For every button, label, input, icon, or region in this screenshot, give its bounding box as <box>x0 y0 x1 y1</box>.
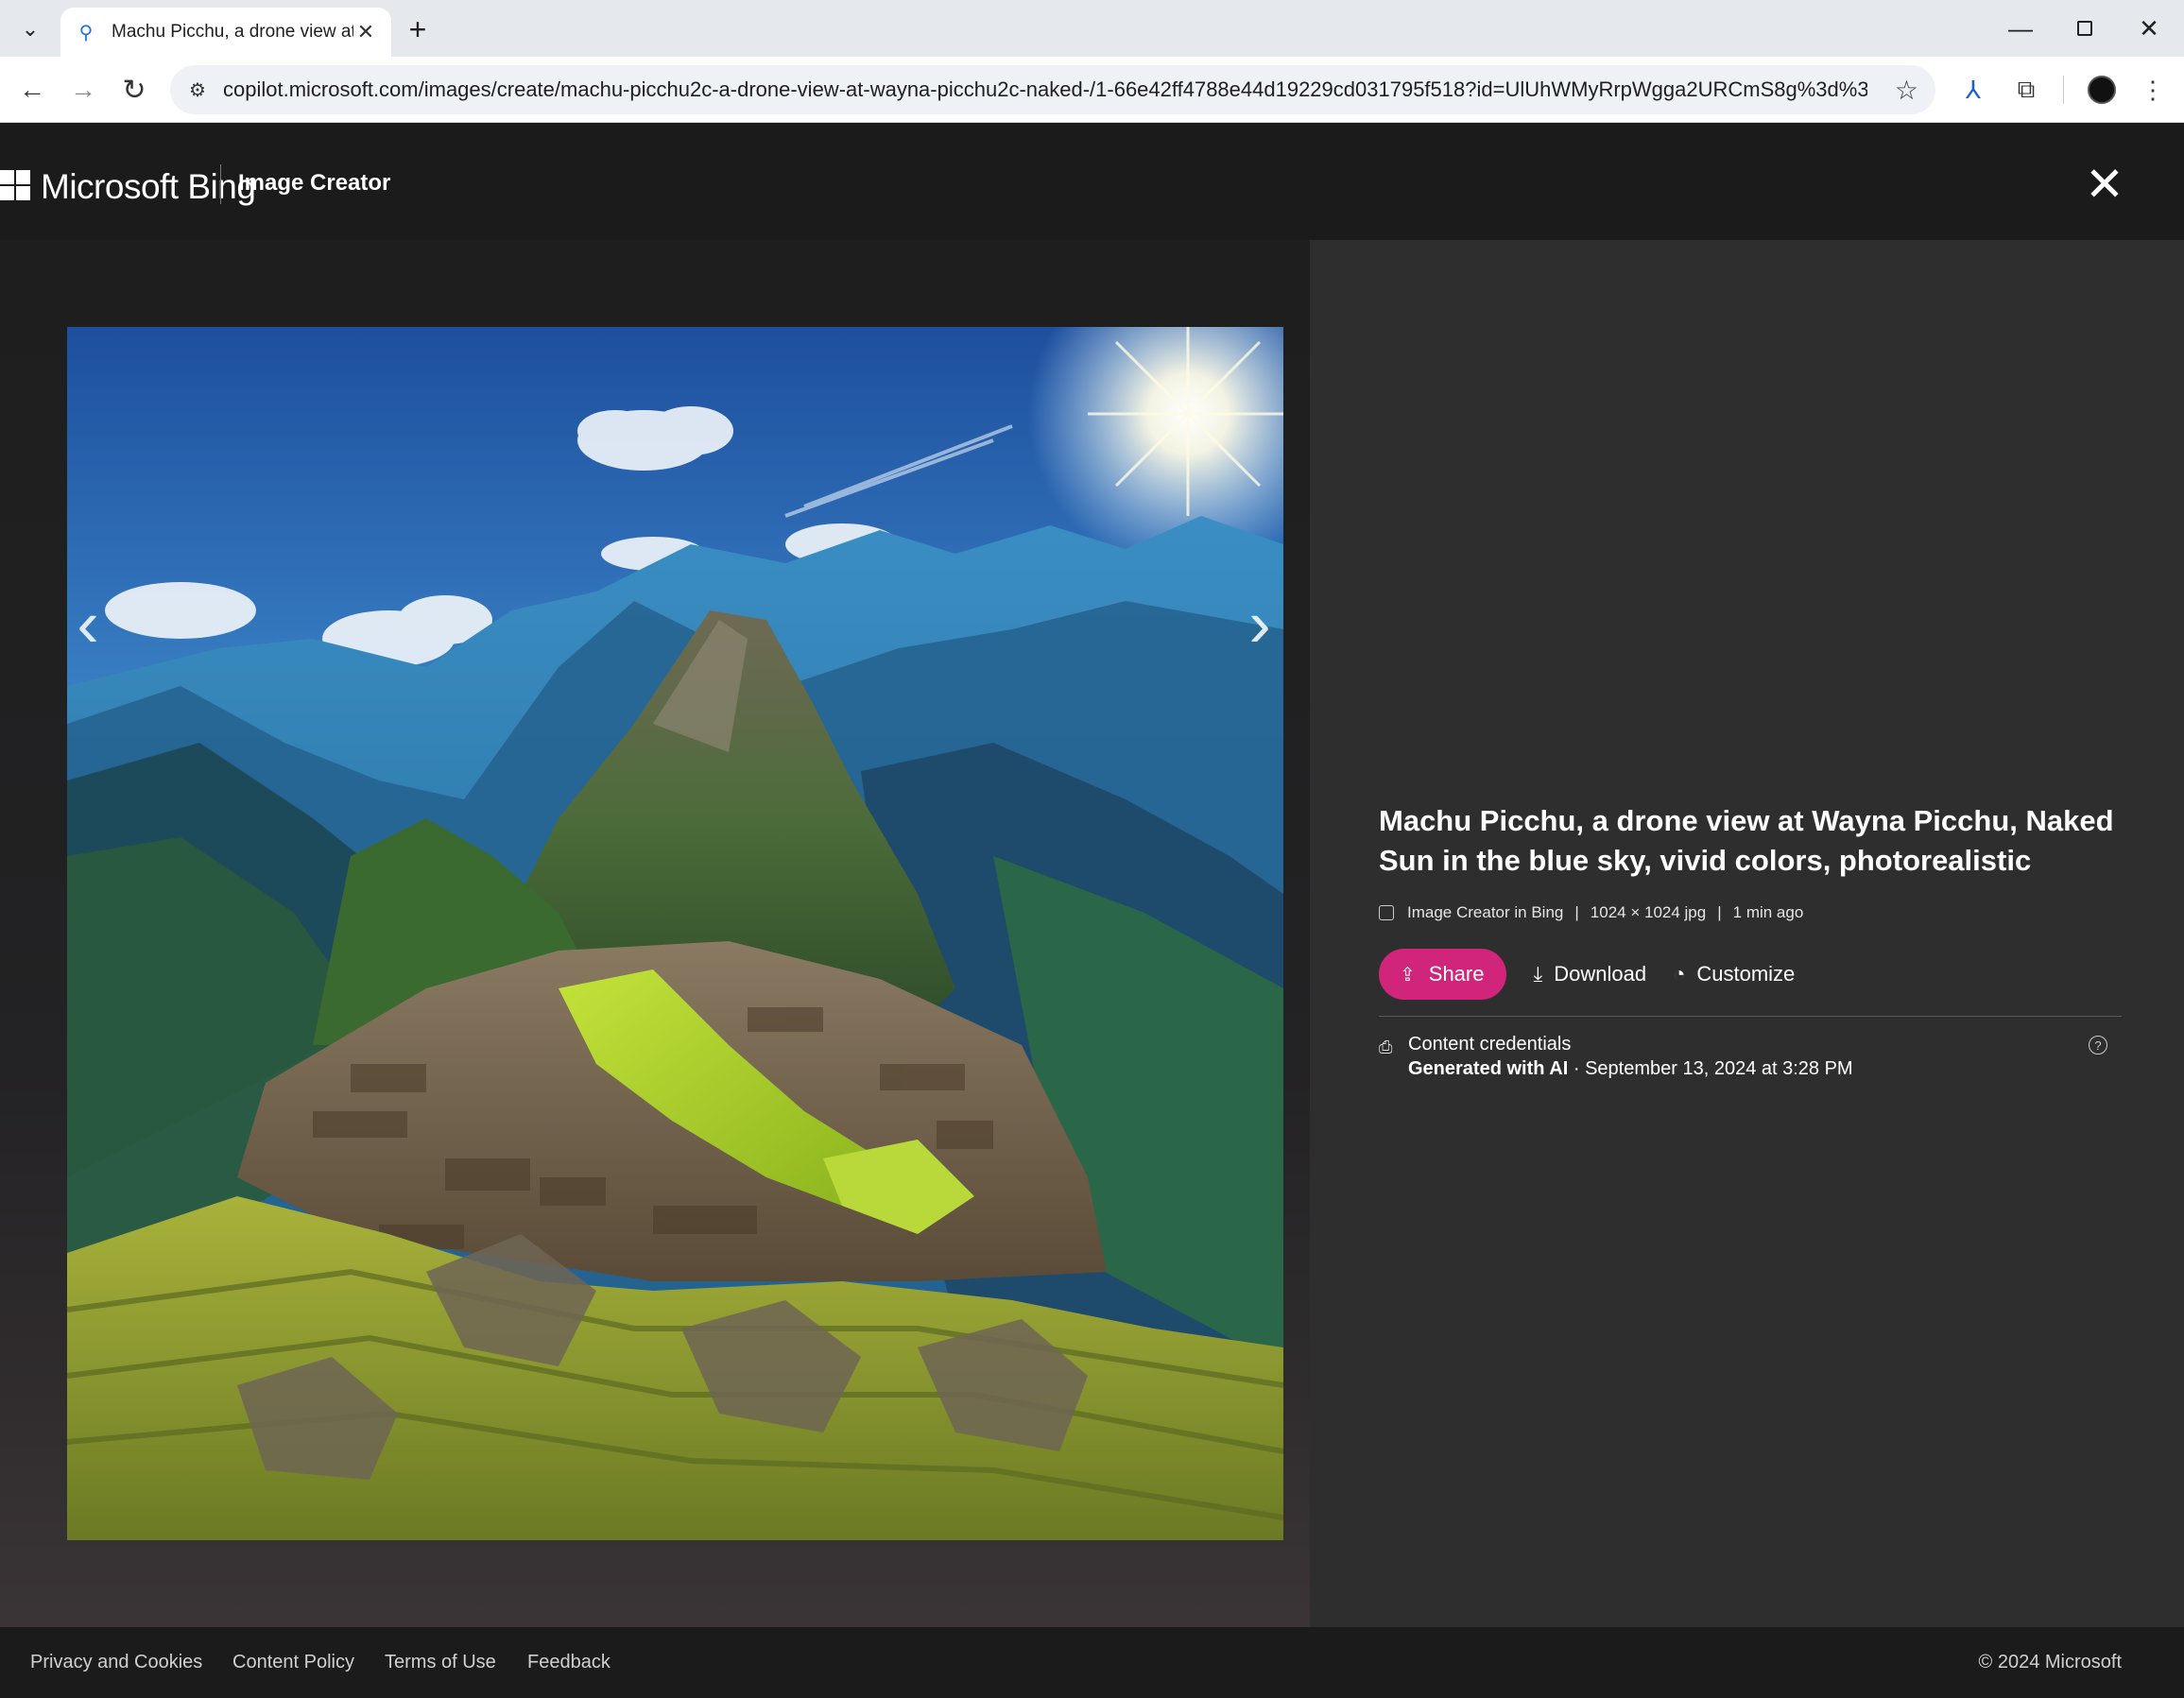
copyright-text: © 2024 Microsoft <box>1978 1652 2122 1672</box>
download-button[interactable]: ⤓ Download <box>1533 962 1646 986</box>
image-source: Image Creator in Bing <box>1407 903 1564 921</box>
generated-image[interactable] <box>67 327 1283 1540</box>
product-name[interactable]: Image Creator <box>238 170 390 197</box>
profile-avatar[interactable] <box>2083 71 2121 109</box>
footer-link-privacy[interactable]: Privacy and Cookies <box>30 1652 202 1673</box>
content-credentials-icon: ⎙ <box>1379 1038 1393 1056</box>
search-icon: ⚲ <box>78 22 94 43</box>
url-text[interactable]: copilot.microsoft.com/images/create/mach… <box>223 77 1867 102</box>
window-close-button[interactable]: ✕ <box>2117 0 2181 57</box>
microsoft-logo-icon <box>0 170 30 200</box>
download-icon: ⤓ <box>1533 962 1543 986</box>
browser-tab-strip: ⌄ ⚲ Machu Picchu, a drone view at W ✕ + … <box>0 0 2184 57</box>
brand-name[interactable]: Microsoft Bing <box>41 167 256 207</box>
share-icon: ⇪ <box>1400 964 1416 986</box>
footer-link-terms[interactable]: Terms of Use <box>385 1652 496 1673</box>
forward-button[interactable]: → <box>62 69 104 111</box>
help-icon[interactable]: ? <box>2089 1036 2107 1055</box>
page-footer: Privacy and Cookies Content Policy Terms… <box>0 1627 2184 1698</box>
customize-button[interactable]: ◔ Customize <box>1673 962 1795 986</box>
toolbar-separator <box>2063 76 2064 104</box>
generated-with-ai: Generated with AI <box>1408 1058 1569 1079</box>
image-prompt-title: Machu Picchu, a drone view at Wayna Picc… <box>1379 804 2114 877</box>
browser-menu-icon[interactable]: ⋮ <box>2134 71 2172 109</box>
image-metadata: Image Creator in Bing | 1024 × 1024 jpg … <box>1379 903 1803 922</box>
extension-acrobat-icon[interactable]: ⅄ <box>1954 71 1992 109</box>
brand-divider <box>220 164 221 204</box>
content-credentials-detail: Generated with AI · September 13, 2024 a… <box>1408 1058 1853 1080</box>
tab-title: Machu Picchu, a drone view at W <box>112 22 353 42</box>
share-label: Share <box>1428 962 1485 986</box>
address-bar[interactable]: ⚙ copilot.microsoft.com/images/create/ma… <box>170 65 1935 114</box>
previous-image-chevron-icon[interactable]: ‹ <box>64 586 112 661</box>
minimize-button[interactable]: — <box>1988 0 2053 57</box>
image-age: 1 min ago <box>1732 903 1804 921</box>
close-viewer-icon[interactable]: ✕ <box>2081 158 2128 211</box>
tab-search-button[interactable]: ⌄ <box>13 12 47 46</box>
extensions-puzzle-icon[interactable]: ⧉ <box>2007 71 2045 109</box>
browser-tab-active[interactable]: ⚲ Machu Picchu, a drone view at W ✕ <box>60 8 391 57</box>
image-dimensions: 1024 × 1024 jpg <box>1590 903 1707 921</box>
image-source-icon <box>1379 905 1394 920</box>
content-credentials-title: Content credentials <box>1408 1034 1572 1055</box>
credentials-date: · September 13, 2024 at 3:28 PM <box>1568 1058 1853 1079</box>
page-header: Microsoft Bing Image Creator ✕ <box>0 123 2184 240</box>
footer-link-content-policy[interactable]: Content Policy <box>232 1652 354 1673</box>
footer-link-feedback[interactable]: Feedback <box>527 1652 610 1673</box>
reload-button[interactable]: ↻ <box>113 69 155 111</box>
image-actions: ⇪ Share ⤓ Download ◔ Customize <box>1379 949 1795 1000</box>
maximize-button[interactable] <box>2053 0 2117 57</box>
image-details-panel: Machu Picchu, a drone view at Wayna Picc… <box>1310 240 2184 1627</box>
site-info-icon[interactable]: ⚙ <box>183 76 212 104</box>
image-viewer: ‹ › <box>0 240 1310 1627</box>
download-label: Download <box>1554 962 1647 986</box>
back-button[interactable]: ← <box>11 69 53 111</box>
bookmark-star-icon[interactable]: ☆ <box>1895 75 1918 106</box>
browser-toolbar: ← → ↻ ⚙ copilot.microsoft.com/images/cre… <box>0 57 2184 123</box>
next-image-chevron-icon[interactable]: › <box>1236 586 1283 661</box>
section-divider <box>1379 1016 2122 1017</box>
tab-close-icon[interactable]: ✕ <box>353 20 378 44</box>
share-button[interactable]: ⇪ Share <box>1379 949 1507 1000</box>
customize-icon: ◔ <box>1673 962 1686 986</box>
customize-label: Customize <box>1696 962 1796 986</box>
new-tab-button[interactable]: + <box>401 12 435 46</box>
